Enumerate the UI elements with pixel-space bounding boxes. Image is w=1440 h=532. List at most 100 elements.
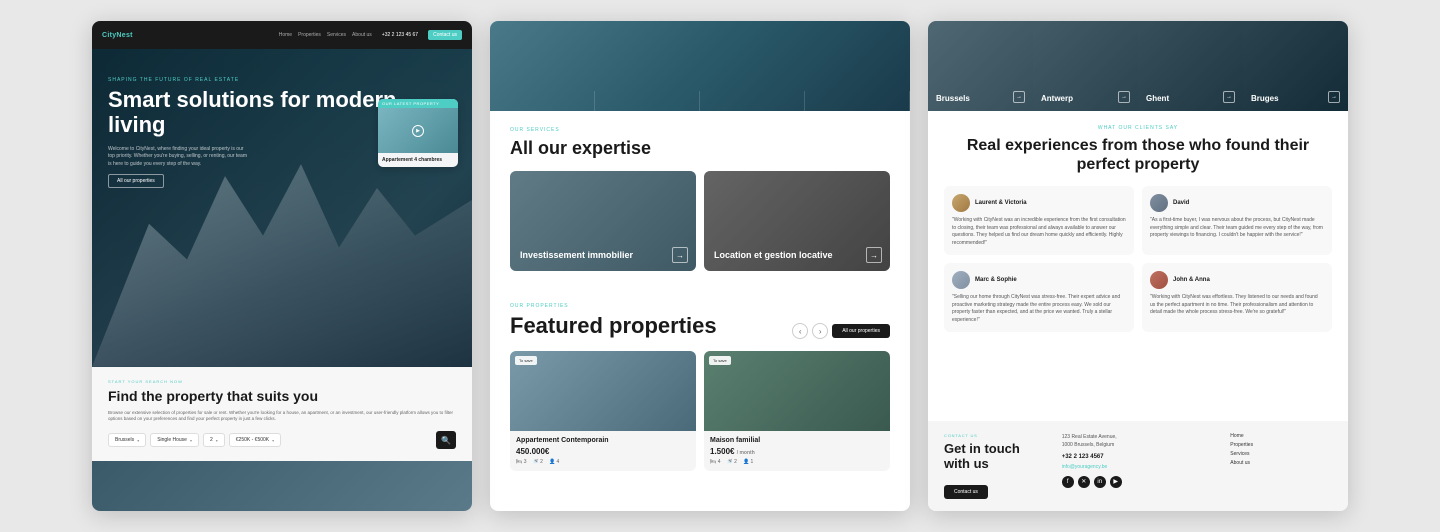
chevron-down-icon: ▾ xyxy=(272,438,274,443)
search-title: Find the property that suits you xyxy=(108,388,456,405)
reviewer-name: Marc & Sophie xyxy=(975,277,1017,283)
featured-header: OUR PROPERTIES Featured properties ‹ › A… xyxy=(510,303,890,339)
search-button[interactable]: 🔍 xyxy=(436,431,456,449)
featured-nav: ‹ › All our properties xyxy=(792,323,890,339)
reviews-eyebrow: WHAT OUR CLIENTS SAY xyxy=(944,125,1332,131)
arrow-icon: → xyxy=(1118,91,1130,103)
reviewer-header: David xyxy=(1150,194,1324,212)
city-content: Brussels → xyxy=(936,91,1025,103)
property-name: Maison familial xyxy=(710,437,884,444)
instagram-icon[interactable]: in xyxy=(1094,476,1106,488)
hero-cta-button[interactable]: All our properties xyxy=(108,174,164,188)
twitter-icon[interactable]: ✕ xyxy=(1078,476,1090,488)
city-content: Ghent → xyxy=(1146,91,1235,103)
search-filters: Brussels ▾ Single House ▾ 2 ▾ €250K - €5… xyxy=(108,431,456,449)
prev-arrow[interactable]: ‹ xyxy=(792,323,808,339)
featured-title-group: OUR PROPERTIES Featured properties xyxy=(510,303,717,339)
avatar xyxy=(1150,194,1168,212)
next-arrow[interactable]: › xyxy=(812,323,828,339)
youtube-icon[interactable]: ▶ xyxy=(1110,476,1122,488)
review-text: "Working with CityNest was effortless. T… xyxy=(1150,294,1324,317)
footer-nav: Home Properties Services About us xyxy=(1230,433,1332,499)
featured-section: OUR PROPERTIES Featured properties ‹ › A… xyxy=(490,287,910,487)
property-card-2: To save Maison familial 1.500€ / month 🛏… xyxy=(704,351,890,471)
baths-spec: 🚿 2 xyxy=(727,459,737,465)
city-card-bruges[interactable]: Bruges → xyxy=(1243,21,1348,111)
review-text: "Working with CityNest was an incredible… xyxy=(952,217,1126,247)
city-card-brussels[interactable]: Brussels → xyxy=(928,21,1033,111)
hero-eyebrow: SHAPING THE FUTURE OF REAL ESTATE xyxy=(108,77,456,83)
reviewer-header: John & Anna xyxy=(1150,271,1324,289)
all-properties-button[interactable]: All our properties xyxy=(832,324,890,338)
reviewer-name: Laurent & Victoria xyxy=(975,200,1027,206)
nav-cta-button[interactable]: Contact us xyxy=(428,30,462,40)
services-grid: Investissement immobilier → Location et … xyxy=(510,171,890,271)
rooms-filter[interactable]: 2 ▾ xyxy=(203,433,225,447)
footer-link-services[interactable]: Services xyxy=(1230,451,1332,457)
panel-3: Brussels → Antwerp → Ghent → Bruges → xyxy=(928,21,1348,511)
beds-spec: 🛏 3 xyxy=(516,459,527,465)
property-card-1: To save Appartement Contemporain 450.000… xyxy=(510,351,696,471)
arrow-icon: → xyxy=(1223,91,1235,103)
beds-spec: 🛏 4 xyxy=(710,459,721,465)
panel-1: CityNest Home Properties Services About … xyxy=(92,21,472,511)
footer-link-about[interactable]: About us xyxy=(1230,460,1332,466)
city-content: Antwerp → xyxy=(1041,91,1130,103)
reviewer-name: John & Anna xyxy=(1173,277,1210,283)
play-button[interactable]: ▶ xyxy=(412,125,424,137)
services-section: OUR SERVICES All our expertise Investiss… xyxy=(490,111,910,287)
arrow-icon: → xyxy=(866,247,882,263)
logo: CityNest xyxy=(102,32,133,39)
services-title: All our expertise xyxy=(510,138,890,159)
contact-phone: +32 2 123 4567 xyxy=(1062,454,1215,460)
property-price: 1.500€ / month xyxy=(710,447,884,456)
services-eyebrow: OUR SERVICES xyxy=(510,127,890,133)
nav-about[interactable]: About us xyxy=(352,32,372,38)
search-section: START YOUR SEARCH NOW Find the property … xyxy=(92,367,472,461)
city-card-ghent[interactable]: Ghent → xyxy=(1138,21,1243,111)
contact-email[interactable]: info@youragency.be xyxy=(1062,464,1215,470)
price-filter[interactable]: €250K - €500K ▾ xyxy=(229,433,281,447)
chevron-down-icon: ▾ xyxy=(190,438,192,443)
latest-title: Appartement 4 chambres xyxy=(378,153,458,167)
social-links: f ✕ in ▶ xyxy=(1062,476,1215,488)
reviews-title: Real experiences from those who found th… xyxy=(944,136,1332,174)
review-card-1: Laurent & Victoria "Working with CityNes… xyxy=(944,186,1134,255)
review-card-3: Marc & Sophie "Selling our home through … xyxy=(944,263,1134,332)
grid-line xyxy=(490,91,595,111)
footer-link-home[interactable]: Home xyxy=(1230,433,1332,439)
service-card-investment[interactable]: Investissement immobilier → xyxy=(510,171,696,271)
service-card-location[interactable]: Location et gestion locative → xyxy=(704,171,890,271)
nav-properties[interactable]: Properties xyxy=(298,32,321,38)
service-content: Location et gestion locative xyxy=(714,250,860,261)
review-text: "As a first-time buyer, I was nervous ab… xyxy=(1150,217,1324,240)
type-filter[interactable]: Single House ▾ xyxy=(150,433,199,447)
grid-line xyxy=(805,91,910,111)
contact-button[interactable]: Contact us xyxy=(944,485,988,499)
price-sub: / month xyxy=(737,450,755,456)
search-eyebrow: START YOUR SEARCH NOW xyxy=(108,379,456,384)
nav-home[interactable]: Home xyxy=(279,32,292,38)
arrow-icon: → xyxy=(672,247,688,263)
contact-section: CONTACT US Get in touch with us Contact … xyxy=(928,421,1348,511)
city-name: Ghent xyxy=(1146,94,1169,103)
featured-eyebrow: OUR PROPERTIES xyxy=(510,303,717,309)
property-price: 450.000€ xyxy=(516,447,690,456)
reviewer-name: David xyxy=(1173,200,1189,206)
facebook-icon[interactable]: f xyxy=(1062,476,1074,488)
city-content: Bruges → xyxy=(1251,91,1340,103)
chevron-down-icon: ▾ xyxy=(216,438,218,443)
reviewer-header: Marc & Sophie xyxy=(952,271,1126,289)
nav-services[interactable]: Services xyxy=(327,32,346,38)
chevron-down-icon: ▾ xyxy=(137,438,139,443)
city-card-antwerp[interactable]: Antwerp → xyxy=(1033,21,1138,111)
save-badge[interactable]: To save xyxy=(515,356,537,365)
property-specs: 🛏 3 🚿 2 👤 4 xyxy=(516,459,690,465)
location-filter[interactable]: Brussels ▾ xyxy=(108,433,146,447)
bottom-image-strip xyxy=(92,461,472,511)
search-description: Browse our extensive selection of proper… xyxy=(108,410,456,424)
latest-label: OUR LATEST PROPERTY xyxy=(378,99,458,108)
footer-link-properties[interactable]: Properties xyxy=(1230,442,1332,448)
property-image-2: To save xyxy=(704,351,890,431)
save-badge[interactable]: To save xyxy=(709,356,731,365)
